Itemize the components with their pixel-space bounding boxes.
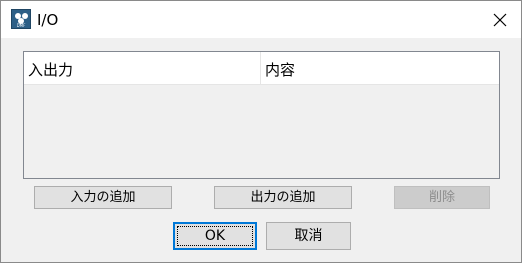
app-icon: DMF [11, 9, 31, 29]
delete-button[interactable]: 削除 [394, 186, 490, 209]
close-button[interactable] [485, 5, 515, 34]
io-list[interactable]: 入出力 内容 [23, 51, 500, 179]
list-header: 入出力 内容 [24, 52, 499, 85]
window-title: I/O [37, 11, 59, 29]
app-icon-tag: DMF [16, 23, 26, 28]
column-header-io[interactable]: 入出力 [24, 52, 261, 85]
cancel-button[interactable]: 取消 [266, 222, 351, 250]
io-dialog: DMF I/O 入出力 内容 入力の追加 出力の追加 削除 OK 取消 [0, 0, 522, 263]
close-icon [493, 13, 507, 26]
column-header-content[interactable]: 内容 [261, 52, 499, 85]
title-bar: DMF I/O [1, 1, 521, 38]
ok-button-label: OK [204, 228, 226, 244]
add-input-button[interactable]: 入力の追加 [34, 186, 172, 209]
ok-button[interactable]: OK [173, 222, 257, 250]
add-output-button[interactable]: 出力の追加 [214, 186, 352, 209]
